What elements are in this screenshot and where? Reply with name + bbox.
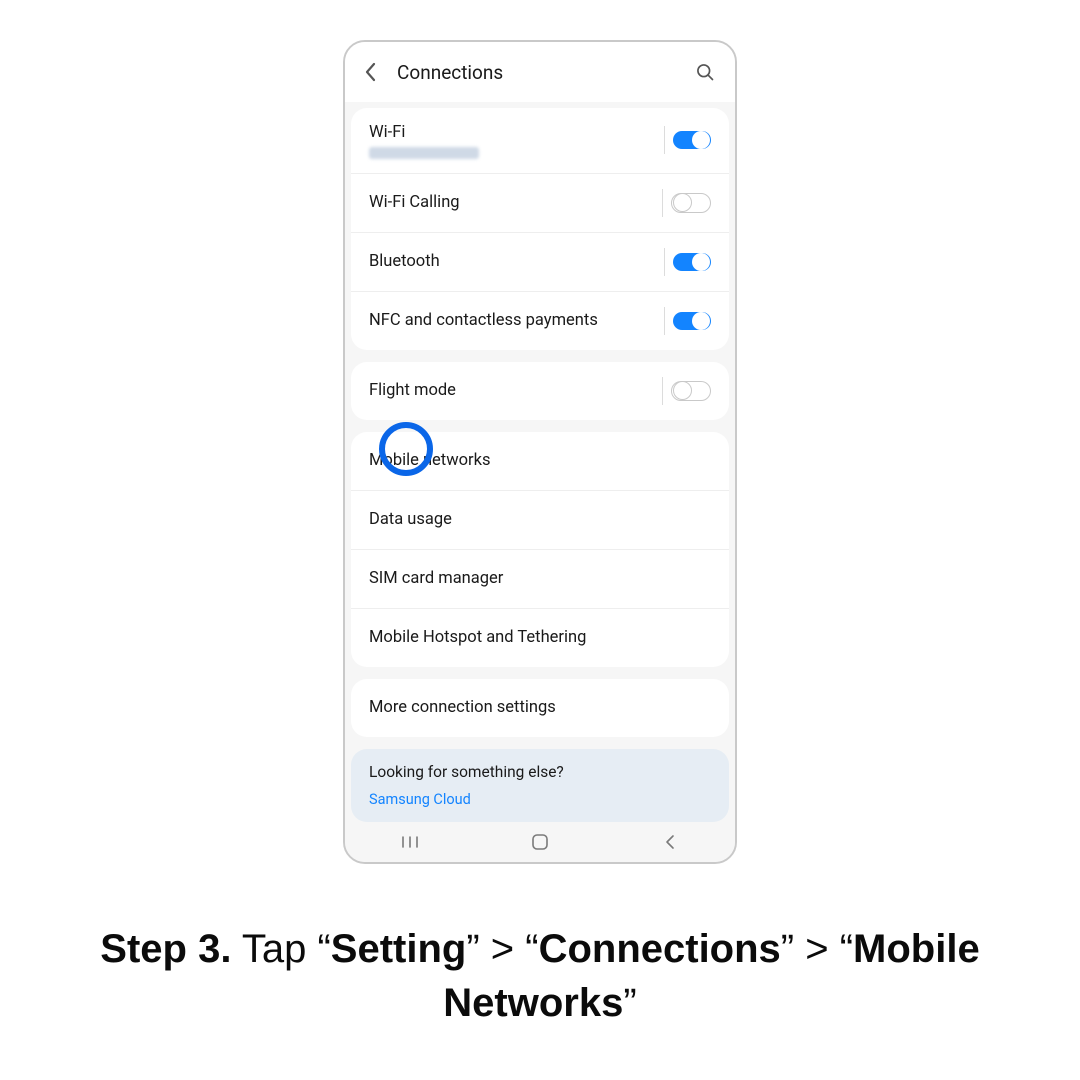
nav-home-button[interactable] [515,833,565,851]
instruction-caption: Step 3. Tap “Setting” > “Connections” > … [50,922,1030,1030]
row-bluetooth[interactable]: Bluetooth [351,232,729,291]
row-label: Wi-Fi Calling [369,193,460,212]
phone-frame: Connections Wi-Fi Wi-Fi Calling Bluetooth N… [343,40,737,864]
android-navbar [345,822,735,862]
settings-group: Flight mode [351,362,729,420]
home-icon [531,833,549,851]
settings-content: Wi-Fi Wi-Fi Calling Bluetooth NFC and conta… [345,102,735,822]
row-data-usage[interactable]: Data usage [351,490,729,549]
footer-suggestions: Looking for something else? Samsung Clou… [351,749,729,822]
row-label: Data usage [369,510,452,529]
titlebar: Connections [345,42,735,102]
row-nfc[interactable]: NFC and contactless payments [351,291,729,350]
toggle-divider [664,248,665,276]
toggle-nfc[interactable] [673,312,711,330]
toggle-divider [662,377,663,405]
row-mobile-networks[interactable]: Mobile networks [351,432,729,490]
nav-recents-button[interactable] [385,835,435,849]
footer-link-samsung-cloud[interactable]: Samsung Cloud [369,791,711,808]
search-icon [695,62,715,82]
settings-group: Wi-Fi Wi-Fi Calling Bluetooth NFC and conta… [351,108,729,350]
toggle-flight-mode[interactable] [671,381,711,401]
toggle-bluetooth[interactable] [673,253,711,271]
row-label: NFC and contactless payments [369,311,598,330]
back-button[interactable] [351,52,391,92]
chevron-left-icon [365,62,377,82]
row-subtext-redacted [369,147,479,159]
toggle-divider [664,307,665,335]
recents-icon [399,835,421,849]
row-label: Mobile networks [369,451,491,470]
row-label: More connection settings [369,698,556,717]
nav-back-button[interactable] [645,834,695,850]
step-number: Step 3. [100,927,231,971]
page-title: Connections [397,61,503,84]
row-label: Flight mode [369,381,456,400]
row-label: SIM card manager [369,569,503,588]
row-flight-mode[interactable]: Flight mode [351,362,729,420]
row-hotspot[interactable]: Mobile Hotspot and Tethering [351,608,729,667]
toggle-divider [662,189,663,217]
row-more-settings[interactable]: More connection settings [351,679,729,737]
search-button[interactable] [685,52,725,92]
row-label: Wi-Fi [369,123,405,142]
nav-back-icon [664,834,676,850]
row-wifi[interactable]: Wi-Fi [351,108,729,173]
settings-group: More connection settings [351,679,729,737]
row-sim-manager[interactable]: SIM card manager [351,549,729,608]
row-label: Bluetooth [369,252,440,271]
settings-group: Mobile networks Data usage SIM card manage… [351,432,729,667]
toggle-divider [664,126,665,154]
footer-question: Looking for something else? [369,763,711,781]
row-wifi-calling[interactable]: Wi-Fi Calling [351,173,729,232]
row-label: Mobile Hotspot and Tethering [369,628,586,647]
toggle-wifi[interactable] [673,131,711,149]
toggle-wifi-calling[interactable] [671,193,711,213]
